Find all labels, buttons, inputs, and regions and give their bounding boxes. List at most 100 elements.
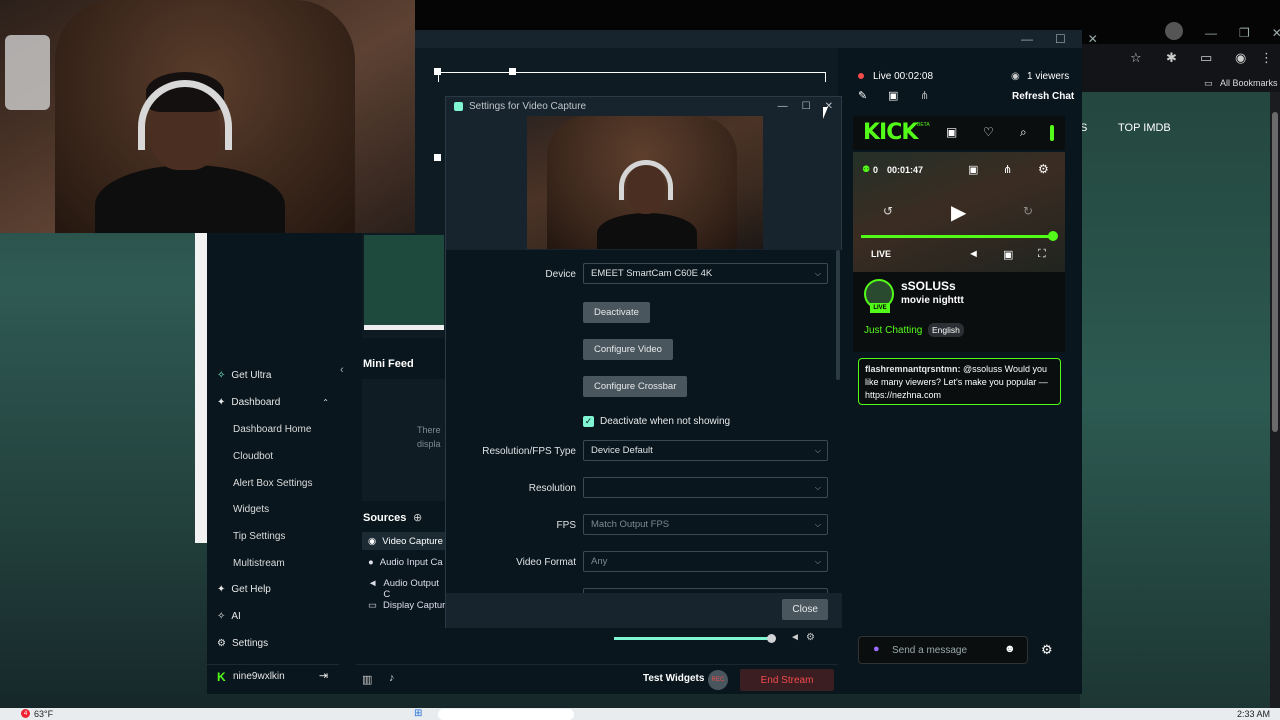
minimize-icon[interactable]: — <box>1021 32 1033 46</box>
sidebar-item-get-help[interactable]: ✦ Get Help <box>217 584 271 595</box>
pip-icon[interactable]: ▣ <box>1003 248 1013 261</box>
streamer-name[interactable]: sSOLUSs <box>901 279 956 293</box>
kick-avatar-sliver[interactable] <box>1050 125 1054 141</box>
sidebar-item-ai[interactable]: ✧ AI <box>217 611 241 622</box>
chevron-up-icon[interactable]: ⌃ <box>322 398 329 407</box>
checkmark-icon[interactable]: ✓ <box>583 416 594 427</box>
star-icon[interactable]: ☆ <box>1130 50 1142 66</box>
volume-slider[interactable] <box>614 637 772 640</box>
minimize-icon[interactable]: — <box>778 101 788 112</box>
chat-username[interactable]: flashremnantqrsntmn: <box>865 364 961 374</box>
end-stream-button[interactable]: End Stream <box>740 669 834 691</box>
test-widgets-button[interactable]: Test Widgets <box>643 673 704 684</box>
emoji-icon[interactable]: ☻ <box>1004 643 1016 655</box>
sidebar-sub-tip-settings[interactable]: Tip Settings <box>233 531 285 542</box>
restore-icon[interactable]: ❐ <box>1239 26 1250 40</box>
stats-icon[interactable]: ▥ <box>362 673 372 686</box>
microphone-icon[interactable]: ● <box>873 643 880 655</box>
user-bar[interactable]: K nine9wxlkin ⇥ <box>207 664 339 690</box>
extensions-icon[interactable]: ✱ <box>1166 50 1177 66</box>
record-button[interactable]: REC <box>708 670 728 690</box>
maximize-icon[interactable]: ☐ <box>802 101 811 112</box>
search-icon[interactable]: ⌕ <box>1020 125 1027 140</box>
forward-icon[interactable]: ↻ <box>1023 204 1033 218</box>
clip-icon[interactable]: ▣ <box>968 163 978 176</box>
popout-icon[interactable]: ▣ <box>888 89 898 102</box>
volume-slider-handle[interactable] <box>767 634 776 643</box>
search-bar[interactable] <box>438 709 574 720</box>
minimize-icon[interactable]: — <box>1205 26 1217 40</box>
browser-scrollbar[interactable] <box>1270 92 1280 708</box>
weather[interactable]: 63°F <box>34 709 53 719</box>
progress-bar[interactable] <box>861 235 1053 238</box>
sidebar-item-settings[interactable]: ⚙ Settings <box>217 638 268 649</box>
dialog-window-controls[interactable]: — ☐ ✕ <box>778 101 841 112</box>
device-select[interactable]: EMEET SmartCam C60E 4K ⌵ <box>583 263 828 284</box>
logout-icon[interactable]: ⇥ <box>319 669 328 682</box>
configure-video-button[interactable]: Configure Video <box>583 339 673 360</box>
share-icon[interactable]: ⋔ <box>1003 163 1012 176</box>
close-icon[interactable]: ✕ <box>1088 32 1098 46</box>
category-link[interactable]: Just Chatting <box>864 325 922 336</box>
deactivate-when-not-showing-checkbox[interactable]: ✓ Deactivate when not showing <box>583 416 730 427</box>
configure-crossbar-button[interactable]: Configure Crossbar <box>583 376 688 397</box>
language-tag[interactable]: English <box>928 323 964 337</box>
microphone-icon: ● <box>368 557 374 568</box>
source-item[interactable]: ● Audio Input Ca <box>368 557 443 568</box>
sidebar-sub-multistream[interactable]: Multistream <box>233 558 285 569</box>
source-item[interactable]: ◄ Audio Output C <box>368 578 446 600</box>
sidebar-sub-dashboard-home[interactable]: Dashboard Home <box>233 424 311 435</box>
gear-icon[interactable]: ⚙ <box>806 632 815 643</box>
maximize-icon[interactable]: ☐ <box>1055 32 1066 46</box>
resize-handle[interactable] <box>434 68 441 75</box>
share-icon[interactable]: ⋔ <box>920 89 929 102</box>
cast-icon[interactable]: ▭ <box>1200 50 1212 66</box>
windows-start-icon[interactable]: ⊞ <box>414 708 422 719</box>
clock[interactable]: 2:33 AM <box>1237 709 1270 719</box>
message-input[interactable]: ● Send a message ☻ <box>858 636 1028 664</box>
source-item[interactable]: ◉ Video Capture <box>368 536 443 547</box>
gift-icon[interactable]: ▣ <box>946 125 957 139</box>
volume-icon[interactable]: ◄ <box>968 248 979 260</box>
fullscreen-icon[interactable]: ⛶ <box>1038 248 1046 261</box>
resolution-fps-type-select[interactable]: Device Default ⌵ <box>583 440 828 461</box>
pencil-icon[interactable]: ✎ <box>858 89 867 102</box>
close-icon[interactable]: ✕ <box>1272 26 1280 40</box>
collapse-sidebar-icon[interactable]: ‹ <box>340 364 344 376</box>
video-format-select[interactable]: Any ⌵ <box>583 551 828 572</box>
speaker-icon[interactable]: ◄ <box>790 632 800 643</box>
refresh-chat-button[interactable]: Refresh Chat <box>1012 91 1074 102</box>
chat-settings-icon[interactable]: ⚙ <box>1041 642 1053 658</box>
streamlabs-window-controls[interactable]: — ☐ ✕ <box>1021 32 1098 46</box>
more-menu-icon[interactable]: ⋮ <box>1260 50 1273 66</box>
source-item[interactable]: ▭ Display Captur <box>368 600 445 611</box>
profile-icon[interactable]: ◉ <box>1235 50 1246 66</box>
sidebar-sub-widgets[interactable]: Widgets <box>233 504 269 515</box>
resize-handle[interactable] <box>509 68 516 75</box>
kick-logo[interactable]: KICK <box>863 120 918 145</box>
bell-icon[interactable]: ♪ <box>389 672 395 684</box>
resolution-select[interactable]: ⌵ <box>583 477 828 498</box>
sidebar-sub-alert-box[interactable]: Alert Box Settings <box>233 478 312 489</box>
rewind-icon[interactable]: ↺ <box>883 204 893 218</box>
sidebar-item-dashboard[interactable]: ✦ Dashboard ⌃ <box>217 397 329 408</box>
resize-handle[interactable] <box>434 154 441 161</box>
browser-tab-add-icon[interactable] <box>1165 22 1183 40</box>
sidebar-item-get-ultra[interactable]: ✧ Get Ultra <box>217 370 271 381</box>
dialog-titlebar[interactable]: Settings for Video Capture — ☐ ✕ <box>446 97 841 115</box>
sidebar-label: Get Ultra <box>231 370 272 381</box>
progress-handle[interactable] <box>1048 231 1058 241</box>
play-icon[interactable]: ▶ <box>951 200 966 225</box>
heart-icon[interactable]: ♡ <box>983 125 994 139</box>
add-source-icon[interactable]: ⊕ <box>413 511 422 524</box>
browser-window-controls[interactable]: — ❐ ✕ <box>1205 26 1280 40</box>
fps-select[interactable]: Match Output FPS ⌵ <box>583 514 828 535</box>
gear-icon[interactable]: ⚙ <box>1038 162 1049 176</box>
all-bookmarks[interactable]: All Bookmarks <box>1220 78 1278 88</box>
close-button[interactable]: Close <box>782 599 828 620</box>
kick-player[interactable]: ⚉ 0 00:01:47 ▣ ⋔ ⚙ ↺ ▶ ↻ LIVE ◄ ▣ ⛶ <box>853 152 1065 272</box>
page-nav-top-imdb[interactable]: TOP IMDB <box>1118 122 1171 134</box>
sidebar-sub-cloudbot[interactable]: Cloudbot <box>233 451 273 462</box>
deactivate-button[interactable]: Deactivate <box>583 302 650 323</box>
dialog-scrollbar[interactable] <box>836 250 840 380</box>
